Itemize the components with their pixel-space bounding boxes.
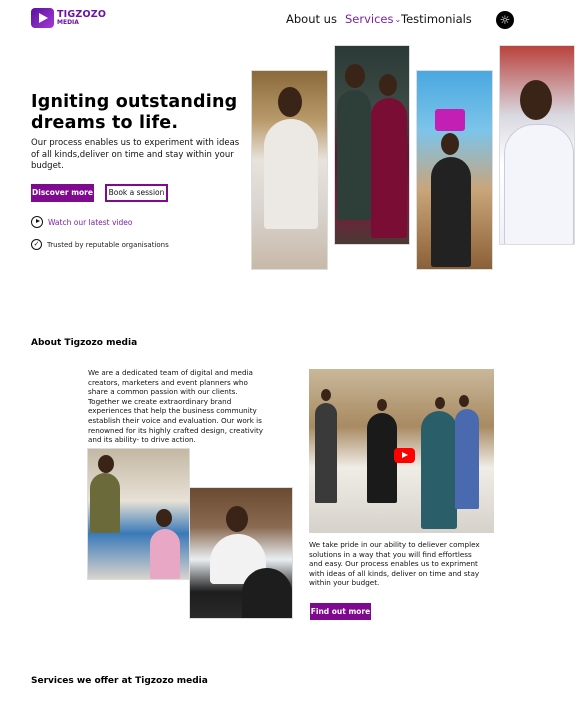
hero-description: Our process enables us to experiment wit… [31,138,240,171]
nav-testimonials[interactable]: Testimonials [401,12,472,26]
logo-subtitle: MEDIA [57,19,79,27]
services-heading: Services we offer at Tigzozo media [31,676,208,686]
find-out-more-button[interactable]: Find out more [310,603,371,620]
about-photo-children-sacks [87,448,190,580]
about-photo-workshop [189,487,293,619]
trusted-label: Trusted by reputable organisations [47,240,169,249]
check-circle-icon: ✓ [31,239,42,250]
watch-video-label: Watch our latest video [48,217,133,227]
logo-name: TIGZOZO [57,8,107,20]
about-paragraph: We are a dedicated team of digital and m… [88,368,264,445]
hero-photo-couple [334,45,410,245]
watch-video-link[interactable]: Watch our latest video [31,216,133,228]
hero-title: Igniting outstanding dreams to life. [31,92,238,133]
pride-paragraph: We take pride in our ability to deliever… [309,540,480,588]
nav-services-label: Services [345,12,394,26]
logo-play-icon [31,8,54,28]
logo[interactable]: TIGZOZO MEDIA [31,8,106,28]
play-circle-icon [31,216,43,228]
sun-icon[interactable]: ☼ [496,11,514,29]
youtube-play-icon[interactable] [394,448,415,463]
book-session-button[interactable]: Book a session [105,184,168,202]
video-player[interactable] [309,369,494,533]
discover-more-button[interactable]: Discover more [31,184,94,202]
about-heading: About Tigzozo media [31,338,138,348]
trusted-note: ✓ Trusted by reputable organisations [31,239,169,250]
nav-services[interactable]: Services⌄ [345,12,401,26]
hero-photo-woman-white-dress [251,70,328,270]
hero-photo-student [499,45,575,245]
nav-about-us[interactable]: About us [286,12,337,26]
logo-text: TIGZOZO MEDIA [57,10,106,27]
hero-photo-girl-bucket [416,70,493,270]
